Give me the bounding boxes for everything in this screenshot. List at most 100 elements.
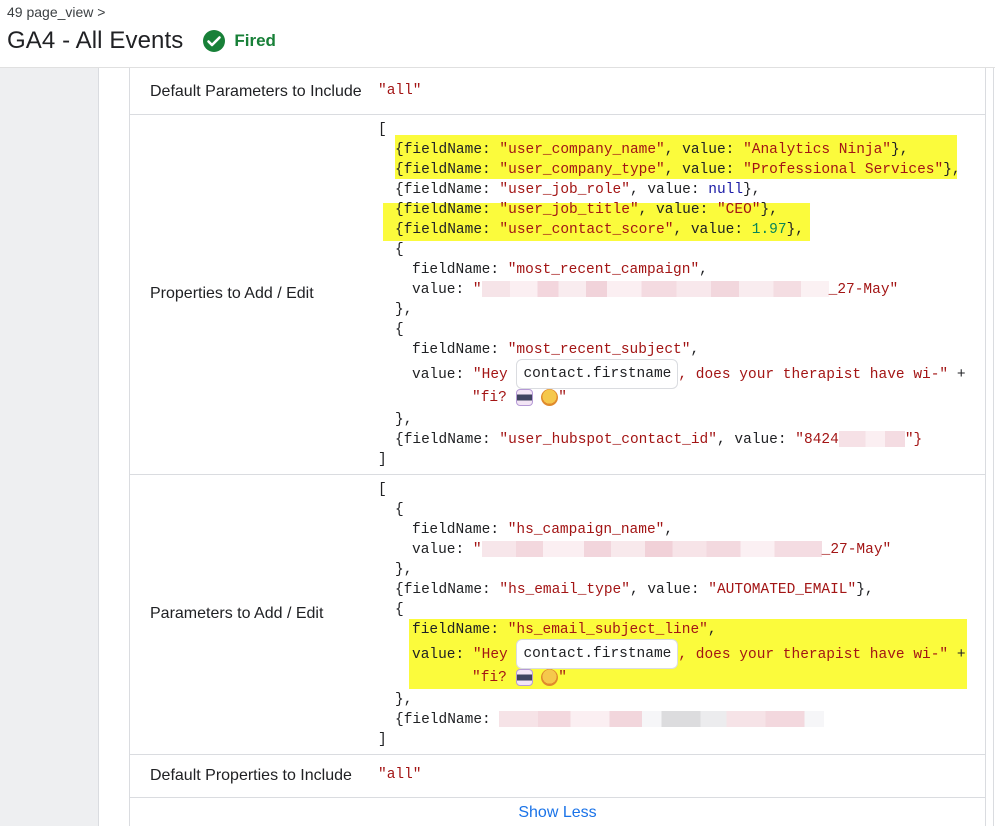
code-line: {fieldName: "user_company_name", value: … xyxy=(395,140,908,160)
code-line: fieldName: "most_recent_campaign", xyxy=(412,260,708,280)
code-token: , value: xyxy=(673,222,752,238)
code-line: value: "Hey contact.firstname, does your… xyxy=(412,639,966,671)
robot-emoji-icon xyxy=(515,388,533,406)
code-line: {fieldName: xyxy=(395,710,825,730)
code-line: {fieldName: "user_job_title", value: "CE… xyxy=(395,200,778,220)
code-token: , xyxy=(690,342,700,358)
code-token: "most_recent_campaign" xyxy=(507,262,700,278)
details-table: Default Parameters to Include "all" Prop… xyxy=(129,68,986,826)
row-show-less: Show Less xyxy=(130,797,985,826)
properties-code: [ {fieldName: "user_company_name", value… xyxy=(378,115,966,468)
code-line: {fieldName: "hs_email_type", value: "AUT… xyxy=(395,580,874,600)
code-line: { xyxy=(395,602,404,618)
code-line: fieldName: "most_recent_subject", xyxy=(412,340,699,360)
code-token: 1.97 xyxy=(751,222,787,238)
code-token: "fi? xyxy=(472,390,516,406)
code-token: null xyxy=(708,182,744,198)
code-token: "Professional Services" xyxy=(743,162,944,178)
code-token: "AUTOMATED_EMAIL" xyxy=(708,582,857,598)
redacted-value xyxy=(481,281,829,298)
redacted-value xyxy=(838,431,905,448)
code-token: , value: xyxy=(629,582,709,598)
code-token: {fieldName: xyxy=(395,582,500,598)
code-line: }, xyxy=(395,562,413,578)
show-less-link[interactable]: Show Less xyxy=(130,804,985,822)
code-token: {fieldName: xyxy=(395,142,500,158)
code-token: + xyxy=(948,367,966,383)
code-token: , value: xyxy=(629,182,709,198)
code-line: fieldName: "hs_campaign_name", xyxy=(412,520,673,540)
redacted-value xyxy=(499,711,825,728)
code-token: " xyxy=(558,670,567,686)
code-line: value: " _27-May" xyxy=(412,540,891,560)
code-line: "fi? " xyxy=(472,668,567,688)
parameters-code: [ { fieldName: "hs_campaign_name", value… xyxy=(378,475,966,748)
code-token: , does your therapist have wi-" xyxy=(678,647,949,663)
left-panel xyxy=(0,68,99,826)
code-line: { xyxy=(395,502,404,518)
row-label: Default Parameters to Include xyxy=(150,83,362,100)
code-token: fieldName: xyxy=(412,342,508,358)
code-token: }, xyxy=(760,202,778,218)
code-token: }, xyxy=(943,162,961,178)
code-token: {fieldName: xyxy=(395,712,500,728)
code-token: , does your therapist have wi-" xyxy=(678,367,949,383)
code-token: fieldName: xyxy=(412,262,508,278)
page-title: GA4 - All Events xyxy=(7,27,184,54)
code-token: {fieldName: xyxy=(395,162,500,178)
code-token: value: xyxy=(412,542,473,558)
code-token: fieldName: xyxy=(412,622,508,638)
robot-emoji-icon xyxy=(515,668,533,686)
redacted-value xyxy=(481,541,822,558)
code-token: "fi? xyxy=(472,670,516,686)
code-token: "user_hubspot_contact_id" xyxy=(499,432,717,448)
code-token: "CEO" xyxy=(716,202,761,218)
row-default-properties: Default Properties to Include "all" xyxy=(130,754,985,797)
code-token: "Hey xyxy=(472,367,517,383)
row-label: Parameters to Add / Edit xyxy=(150,605,324,622)
code-token: _27-May" xyxy=(821,542,892,558)
code-token: }, xyxy=(891,142,909,158)
code-token: "hs_email_subject_line" xyxy=(507,622,708,638)
code-token: "user_job_role" xyxy=(499,182,630,198)
code-token: {fieldName: xyxy=(395,432,500,448)
code-token: , value: xyxy=(664,162,744,178)
status-label: Fired xyxy=(234,31,276,50)
code-token: value: xyxy=(412,282,473,298)
code-token: , xyxy=(699,262,708,278)
code-line: { xyxy=(395,322,404,338)
face-emoji-icon xyxy=(541,388,559,406)
code-line: }, xyxy=(395,692,413,708)
row-label: Default Properties to Include xyxy=(150,767,352,784)
code-line: {fieldName: "user_company_type", value: … xyxy=(395,160,961,180)
code-token: "Analytics Ninja" xyxy=(743,142,892,158)
code-line: "fi? " xyxy=(472,388,567,408)
token-chip[interactable]: contact.firstname xyxy=(516,639,679,670)
code-token: }, xyxy=(743,182,761,198)
code-line: [ xyxy=(378,482,387,498)
row-value: "all" xyxy=(378,767,422,783)
code-token: value: xyxy=(412,367,473,383)
code-line: {fieldName: "user_contact_score", value:… xyxy=(395,220,804,240)
code-token: _27-May" xyxy=(828,282,899,298)
token-chip[interactable]: contact.firstname xyxy=(516,359,679,390)
code-token: "user_contact_score" xyxy=(499,222,674,238)
code-line: {fieldName: "user_job_role", value: null… xyxy=(395,180,761,200)
code-token: " xyxy=(472,282,482,298)
check-circle-icon xyxy=(202,29,226,53)
code-token: "user_company_type" xyxy=(499,162,665,178)
code-token: " xyxy=(558,390,567,406)
breadcrumb[interactable]: 49 page_view > xyxy=(7,4,105,20)
row-parameters: Parameters to Add / Edit [ { fieldName: … xyxy=(130,474,985,754)
code-token: {fieldName: xyxy=(395,222,500,238)
code-token: "Hey xyxy=(472,647,517,663)
code-line: [ xyxy=(378,122,387,138)
code-token: , value: xyxy=(638,202,717,218)
code-line: fieldName: "hs_email_subject_line", xyxy=(412,620,717,640)
code-token: " xyxy=(472,542,482,558)
code-line: }, xyxy=(395,302,413,318)
code-token: value: xyxy=(412,647,473,663)
row-value: "all" xyxy=(378,83,422,99)
code-token: "user_job_title" xyxy=(499,202,639,218)
code-token: "hs_campaign_name" xyxy=(507,522,665,538)
